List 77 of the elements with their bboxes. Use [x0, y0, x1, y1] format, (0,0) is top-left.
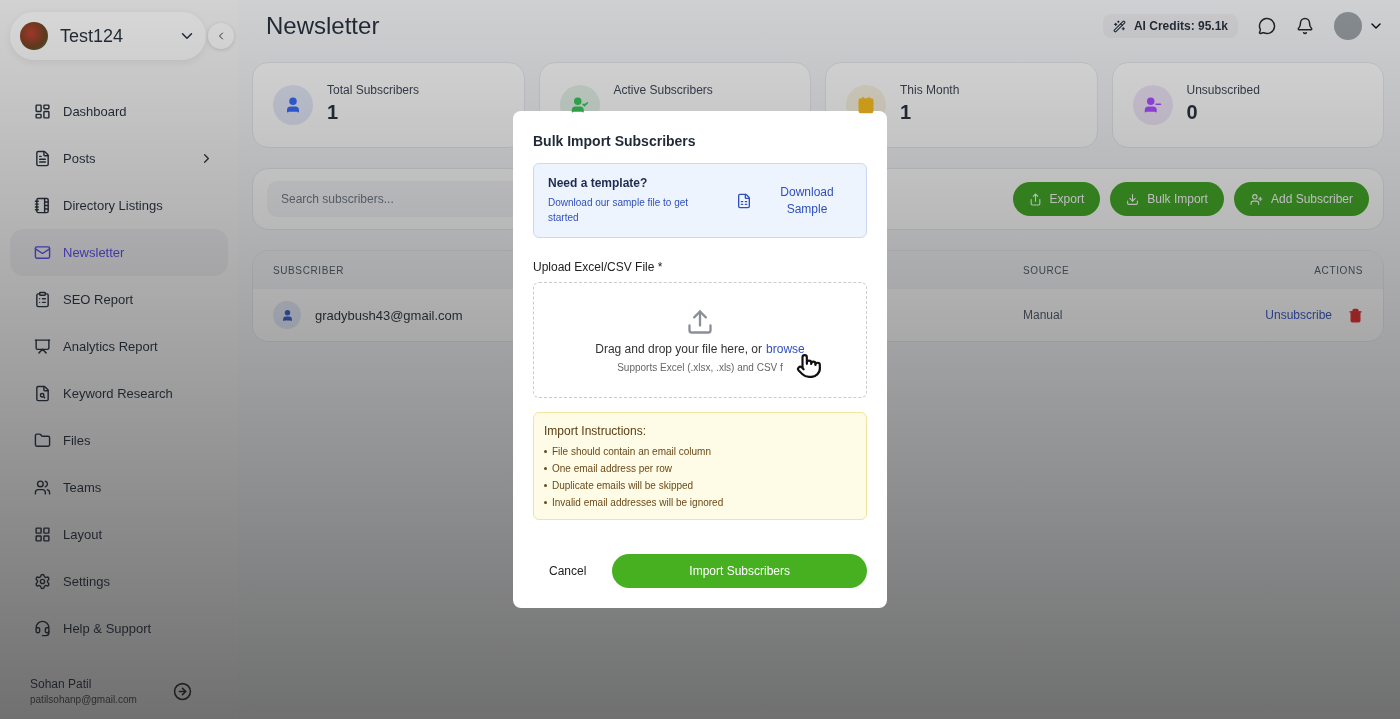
bullet-dot: [544, 501, 547, 504]
sidebar-item[interactable]: Keyword Research: [10, 370, 228, 417]
share-icon: [1028, 192, 1042, 206]
sidebar-item[interactable]: Files: [10, 417, 228, 464]
sidebar-item[interactable]: Directory Listings: [10, 182, 228, 229]
sidebar-item[interactable]: Help & Support: [10, 605, 228, 652]
sidebar-item[interactable]: SEO Report: [10, 276, 228, 323]
notifications-button[interactable]: [1296, 17, 1314, 35]
clipboard-icon: [34, 291, 51, 308]
document-icon: [34, 150, 51, 167]
magic-wand-icon: [1112, 19, 1126, 33]
download-icon: [1126, 192, 1140, 206]
user-email: patilsohanp@gmail.com: [30, 694, 137, 705]
bell-icon: [1296, 17, 1314, 35]
upload-icon: [686, 307, 714, 336]
stat-label: This Month: [900, 83, 960, 97]
presentation-chart-icon: [34, 338, 51, 355]
dialog-title: Bulk Import Subscribers: [533, 133, 697, 149]
mail-icon: [34, 244, 51, 261]
file-drop-zone[interactable]: Drag and drop your file here, or browse Supports Excel (.xlsx, .xls) and CSV f: [533, 282, 867, 398]
spreadsheet-file-icon: [736, 192, 752, 209]
sidebar-item[interactable]: Newsletter: [10, 229, 228, 276]
bullet-dot: [544, 467, 547, 470]
unsubscribe-link[interactable]: Unsubscribe: [1265, 308, 1332, 322]
sidebar-item[interactable]: Dashboard: [10, 88, 228, 135]
sidebar-item[interactable]: Analytics Report: [10, 323, 228, 370]
column-header: SUBSCRIBER: [273, 264, 344, 276]
stat-value: 0: [1186, 101, 1199, 124]
dashboard-icon: [34, 103, 51, 120]
sidebar-item[interactable]: Layout: [10, 511, 228, 558]
stat-label: Unsubscribed: [1186, 83, 1260, 97]
settings-icon: [34, 573, 51, 590]
workspace-logo: [20, 22, 48, 50]
grid-icon: [34, 526, 51, 543]
cancel-button[interactable]: Cancel: [549, 564, 587, 578]
column-header: ACTIONS: [1314, 264, 1363, 276]
user-icon: [280, 308, 294, 322]
page-title: Newsletter: [265, 12, 381, 40]
bullet-dot: [544, 450, 547, 453]
instruction-item: One email address per row: [552, 463, 673, 474]
workspace-selector[interactable]: Test124: [10, 12, 206, 60]
instruction-item: Duplicate emails will be skipped: [552, 480, 694, 491]
instructions-title: Import Instructions:: [544, 424, 648, 438]
column-header: SOURCE: [1023, 264, 1070, 276]
arrow-circle-icon: [172, 681, 192, 701]
ai-credits-text: AI Credits: 95.1k: [1133, 19, 1228, 33]
hand-cursor-icon: [796, 353, 822, 379]
sidebar-item[interactable]: Teams: [10, 464, 228, 511]
file-search-icon: [34, 385, 51, 402]
chat-button[interactable]: [1258, 17, 1276, 35]
instruction-item: File should contain an email column: [552, 446, 711, 457]
download-sample-link[interactable]: Download Sample: [762, 183, 852, 218]
stat-value: 1: [900, 101, 913, 124]
users-icon: [34, 479, 51, 496]
delete-button[interactable]: [1348, 307, 1363, 323]
chat-icon: [1258, 17, 1276, 35]
stat-value: 1: [327, 101, 340, 124]
supported-formats: Supports Excel (.xlsx, .xls) and CSV f: [617, 361, 783, 373]
source-cell-text: Manual: [1023, 308, 1064, 322]
sidebar-item[interactable]: Posts: [10, 135, 228, 182]
subscriber-email: gradybush43@gmail.com: [315, 307, 463, 323]
folder-icon: [34, 432, 51, 449]
stat-label: Active Subscribers: [613, 83, 713, 97]
instruction-item: Invalid email addresses will be ignored: [552, 497, 724, 508]
headset-icon: [34, 620, 51, 637]
avatar: [1334, 12, 1362, 40]
upload-label: Upload Excel/CSV File *: [533, 260, 664, 274]
trash-icon: [1348, 307, 1363, 323]
logout-button[interactable]: [172, 681, 192, 701]
sidebar-item[interactable]: Settings: [10, 558, 228, 605]
user-name: Sohan Patil: [30, 677, 93, 691]
browse-link[interactable]: browse: [766, 341, 805, 356]
drop-instructions: Drag and drop your file here, or: [595, 341, 763, 356]
bullet-dot: [544, 484, 547, 487]
stat-label: Total Subscribers: [327, 83, 420, 97]
user-plus-icon: [1249, 192, 1263, 206]
notebook-icon: [34, 197, 51, 214]
